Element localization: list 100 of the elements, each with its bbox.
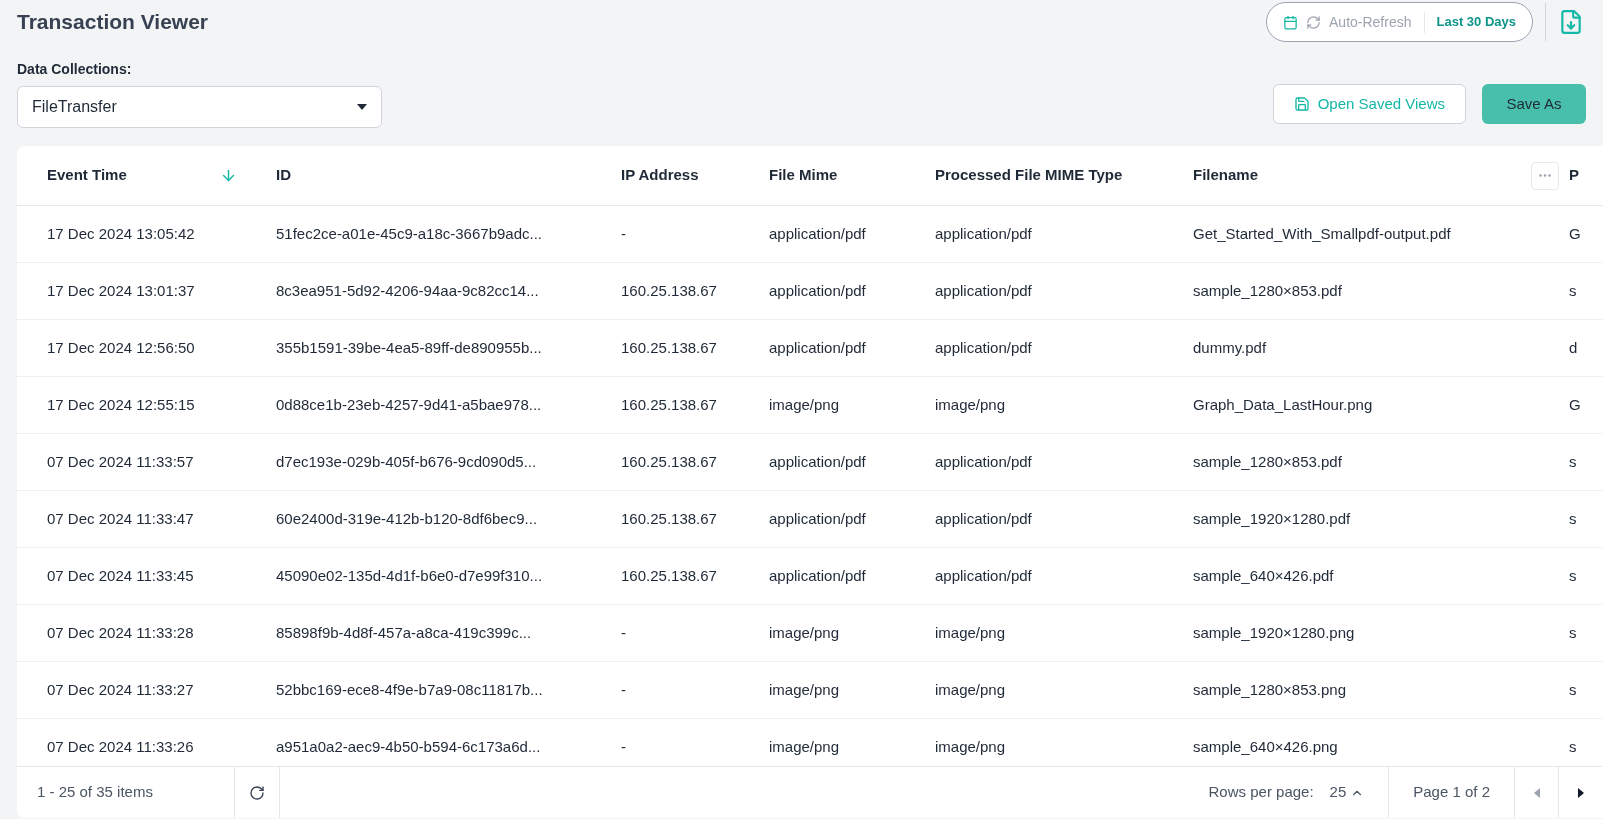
reload-button[interactable] [234, 767, 280, 818]
refresh-icon [1306, 14, 1321, 30]
table-cell: 160.25.138.67 [621, 453, 717, 470]
table-cell: application/pdf [769, 225, 866, 242]
table-cell: 17 Dec 2024 12:56:50 [47, 339, 195, 356]
table-cell: 17 Dec 2024 13:01:37 [47, 282, 195, 299]
collection-dropdown[interactable]: FileTransfer [17, 86, 382, 128]
more-icon [1539, 174, 1551, 177]
table-cell: s [1569, 567, 1577, 584]
table-cell: 07 Dec 2024 11:33:28 [47, 624, 194, 641]
table-cell: application/pdf [935, 510, 1032, 527]
table-cell: 8c3ea951-5d92-4206-94aa-9c82cc14... [276, 282, 539, 299]
table-cell: image/png [769, 738, 840, 755]
table-cell: 17 Dec 2024 12:55:15 [47, 396, 195, 413]
table-cell: image/png [935, 396, 1006, 413]
table-cell: sample_640×426.png [1193, 738, 1338, 755]
column-header[interactable]: Event Time [47, 164, 127, 187]
table-cell: sample_1920×1280.pdf [1193, 510, 1351, 527]
table-cell: 07 Dec 2024 11:33:27 [47, 681, 194, 698]
table-cell: 60e2400d-319e-412b-b120-8df6bec9... [276, 510, 538, 527]
column-header[interactable]: Filename [1193, 164, 1259, 187]
table-cell: s [1569, 624, 1577, 641]
table-cell: - [621, 624, 626, 641]
table-cell: G [1569, 225, 1581, 242]
export-button[interactable] [1558, 9, 1584, 35]
table-cell: 07 Dec 2024 11:33:45 [47, 567, 194, 584]
table-cell: application/pdf [769, 567, 866, 584]
sort-arrow-icon[interactable] [220, 167, 237, 184]
date-range-label: Last 30 Days [1435, 13, 1516, 32]
table-cell: - [621, 225, 626, 242]
table-cell: application/pdf [769, 339, 866, 356]
table-cell: image/png [769, 396, 840, 413]
table-cell: s [1569, 510, 1577, 527]
column-header[interactable]: IP Address [621, 164, 699, 187]
table-cell: 51fec2ce-a01e-45c9-a18c-3667b9adc... [276, 225, 543, 242]
table-cell: - [621, 738, 626, 755]
table-cell: G [1569, 396, 1581, 413]
table-cell: 160.25.138.67 [621, 510, 717, 527]
page-title: Transaction Viewer [17, 9, 209, 36]
table-cell: application/pdf [935, 282, 1032, 299]
table-cell: dummy.pdf [1193, 339, 1267, 356]
page-indicator: Page 1 of 2 [1413, 782, 1490, 803]
table-cell: d7ec193e-029b-405f-b676-9cd090d5... [276, 453, 537, 470]
calendar-icon [1283, 14, 1298, 30]
table-cell: 160.25.138.67 [621, 567, 717, 584]
table-cell: image/png [935, 738, 1006, 755]
table-cell: 45090e02-135d-4d1f-b6e0-d7e99f310... [276, 567, 543, 584]
table-cell: application/pdf [769, 453, 866, 470]
column-header[interactable]: P [1569, 164, 1579, 187]
table-cell: application/pdf [935, 339, 1032, 356]
table-cell: - [621, 681, 626, 698]
table-cell: 160.25.138.67 [621, 396, 717, 413]
table-cell: 160.25.138.67 [621, 339, 717, 356]
table-cell: Get_Started_With_Smallpdf-output.pdf [1193, 225, 1451, 242]
table-cell: application/pdf [769, 282, 866, 299]
table-cell: d [1569, 339, 1578, 356]
table-cell: 07 Dec 2024 11:33:47 [47, 510, 194, 527]
table-cell: sample_1280×853.pdf [1193, 453, 1342, 470]
column-header[interactable]: Processed File MIME Type [935, 164, 1123, 187]
table-cell: application/pdf [935, 567, 1032, 584]
table-cell: sample_1280×853.png [1193, 681, 1347, 698]
table-cell: s [1569, 282, 1577, 299]
table-cell: application/pdf [935, 225, 1032, 242]
table-cell: 07 Dec 2024 11:33:26 [47, 738, 194, 755]
table-cell: 355b1591-39be-4ea5-89ff-de890955b... [276, 339, 542, 356]
save-as-button[interactable]: Save As [1482, 84, 1586, 124]
column-menu-button[interactable] [1531, 161, 1559, 190]
table-cell: sample_1280×853.pdf [1193, 282, 1342, 299]
table-cell: 52bbc169-ece8-4f9e-b7a9-08c11817b... [276, 681, 543, 698]
rows-per-page-select[interactable]: 25 [1329, 781, 1365, 804]
table-cell: 85898f9b-4d8f-457a-a8ca-419c399c... [276, 624, 532, 641]
caret-icon [357, 104, 367, 110]
table-cell: image/png [769, 624, 840, 641]
table-cell: 0d88ce1b-23eb-4257-9d41-a5bae978... [276, 396, 542, 413]
table-cell: sample_640×426.pdf [1193, 567, 1334, 584]
table-cell: image/png [935, 624, 1006, 641]
right-triangle-icon [1577, 787, 1584, 798]
table-cell: sample_1920×1280.png [1193, 624, 1355, 641]
table-cell: Graph_Data_LastHour.png [1193, 396, 1373, 413]
table-cell: a951a0a2-aec9-4b50-b594-6c173a6d... [276, 738, 541, 755]
table-cell: 07 Dec 2024 11:33:57 [47, 453, 194, 470]
save-icon [1293, 96, 1310, 112]
table-cell: application/pdf [935, 453, 1032, 470]
file-download-icon [1558, 9, 1584, 35]
table-cell: s [1569, 453, 1577, 470]
auto-refresh-label: Auto-Refresh [1329, 11, 1425, 33]
column-header[interactable]: File Mime [769, 164, 838, 187]
table-cell: s [1569, 738, 1577, 755]
date-range-control[interactable]: Auto-Refresh Last 30 Days [1266, 2, 1533, 42]
refresh-icon [249, 784, 265, 801]
table-cell: application/pdf [769, 510, 866, 527]
rows-per-page-label: Rows per page: [1208, 782, 1314, 803]
column-header[interactable]: ID [276, 164, 291, 187]
table-cell: s [1569, 681, 1577, 698]
table-cell: 160.25.138.67 [621, 282, 717, 299]
left-triangle-icon [1533, 787, 1540, 798]
item-count: 1 - 25 of 35 items [36, 782, 154, 803]
table-cell: image/png [769, 681, 840, 698]
collection-label: Data Collections: [17, 60, 133, 79]
table-cell: image/png [935, 681, 1006, 698]
